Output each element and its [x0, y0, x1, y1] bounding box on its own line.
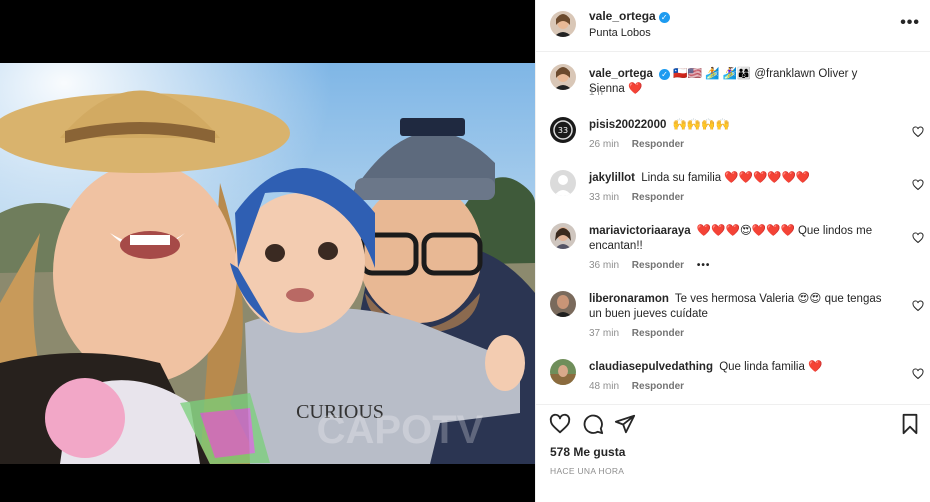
- comment-username[interactable]: mariavictoriaaraya: [589, 225, 691, 237]
- caption-meta: 1 h: [589, 87, 613, 98]
- post-header: vale_ortega ✓ Punta Lobos •••: [536, 0, 930, 52]
- reply-button[interactable]: Responder: [632, 328, 684, 339]
- comment-meta: 26 min Responder: [589, 139, 694, 150]
- more-options-icon[interactable]: •••: [900, 14, 920, 32]
- commenter-avatar[interactable]: [550, 359, 576, 385]
- reply-button[interactable]: Responder: [632, 381, 684, 392]
- comment-icon[interactable]: [582, 413, 604, 435]
- caption-body: vale_ortega ✓ 🇨🇱🇺🇸 🏄 🏄‍♀️👨‍👩‍👦 @franklawn…: [589, 67, 890, 97]
- caption-username[interactable]: vale_ortega: [589, 68, 653, 80]
- author-username-text[interactable]: vale_ortega: [589, 9, 656, 23]
- comment-time[interactable]: 26 min: [589, 139, 619, 150]
- svg-text:33: 33: [558, 126, 568, 135]
- watermark-text: CAPOTV: [317, 408, 484, 452]
- comment-meta: 36 min Responder •••: [589, 260, 720, 271]
- author-username[interactable]: vale_ortega ✓: [589, 9, 670, 23]
- comment-meta: 33 min Responder: [589, 192, 694, 203]
- caption-time[interactable]: 1 h: [589, 87, 603, 98]
- verified-badge-icon: ✓: [658, 69, 670, 80]
- commenter-avatar[interactable]: 33: [550, 117, 576, 143]
- post-media: CURIOUS CAPOTV: [0, 0, 535, 502]
- commenter-avatar[interactable]: [550, 223, 576, 249]
- comment-body: jakylillot Linda su familia ❤️❤️❤️❤️❤️❤️: [589, 171, 890, 186]
- comment-more-icon[interactable]: •••: [697, 260, 711, 271]
- comment-like-icon[interactable]: [912, 299, 924, 312]
- likes-count[interactable]: 578 Me gusta: [550, 445, 625, 459]
- comment-meta: 48 min Responder: [589, 381, 694, 392]
- comment-username[interactable]: claudiasepulvedathing: [589, 361, 713, 373]
- bookmark-icon[interactable]: [899, 413, 921, 435]
- comment-time[interactable]: 48 min: [589, 381, 619, 392]
- comment-username[interactable]: jakylillot: [589, 172, 635, 184]
- comment-text: 🙌🙌🙌🙌: [672, 119, 730, 131]
- family-selfie-image: CURIOUS CAPOTV: [0, 63, 535, 464]
- comment-meta: 37 min Responder: [589, 328, 694, 339]
- commenter-avatar[interactable]: [550, 291, 576, 317]
- verified-badge-icon: ✓: [658, 12, 670, 23]
- comment-text: Que linda familia ❤️: [719, 361, 823, 373]
- post-photo[interactable]: CURIOUS CAPOTV: [0, 63, 535, 464]
- comment-body: liberonaramon Te ves hermosa Valeria 😍😍 …: [589, 292, 890, 322]
- comment-body: mariavictoriaaraya ❤️❤️❤️😍❤️❤️❤️ Que lin…: [589, 224, 890, 254]
- comment-body: pisis20022000 🙌🙌🙌🙌: [589, 118, 890, 133]
- comment-like-icon[interactable]: [912, 178, 924, 191]
- reply-button[interactable]: Responder: [632, 260, 684, 271]
- post-side-panel: vale_ortega ✓ Punta Lobos ••• vale_ortega…: [535, 0, 930, 502]
- commenter-avatar[interactable]: [550, 170, 576, 196]
- comment-username[interactable]: pisis20022000: [589, 119, 666, 131]
- comment-like-icon[interactable]: [912, 125, 924, 138]
- comment-time[interactable]: 33 min: [589, 192, 619, 203]
- comment-time[interactable]: 37 min: [589, 328, 619, 339]
- comments-list[interactable]: vale_ortega ✓ 🇨🇱🇺🇸 🏄 🏄‍♀️👨‍👩‍👦 @franklawn…: [536, 53, 930, 403]
- caption-avatar[interactable]: [550, 64, 576, 90]
- heart-icon[interactable]: [549, 413, 571, 435]
- post-location[interactable]: Punta Lobos: [589, 27, 651, 39]
- share-icon[interactable]: [614, 413, 636, 435]
- author-avatar[interactable]: [550, 11, 576, 37]
- reply-button[interactable]: Responder: [632, 139, 684, 150]
- comment-time[interactable]: 36 min: [589, 260, 619, 271]
- comment-like-icon[interactable]: [912, 367, 924, 380]
- comment-like-icon[interactable]: [912, 231, 924, 244]
- comment-text: Linda su familia ❤️❤️❤️❤️❤️❤️: [641, 172, 811, 184]
- comment-username[interactable]: liberonaramon: [589, 293, 669, 305]
- post-timestamp[interactable]: HACE UNA HORA: [550, 466, 624, 476]
- comment-body: claudiasepulvedathing Que linda familia …: [589, 360, 890, 375]
- post-actions-bar: [536, 404, 930, 440]
- reply-button[interactable]: Responder: [632, 192, 684, 203]
